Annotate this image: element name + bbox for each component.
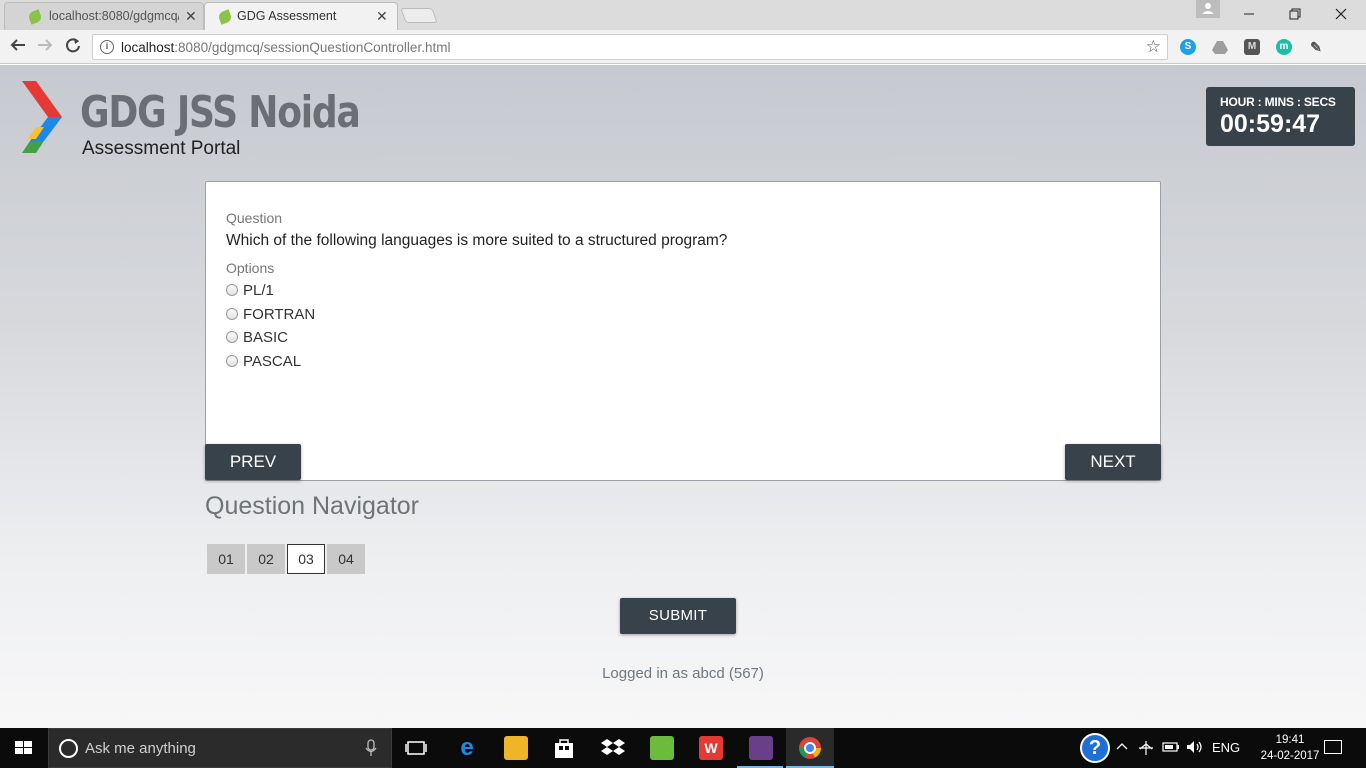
page-body: GDG JSS Noida Assessment Portal HOUR : M… (0, 65, 1366, 728)
radio-button[interactable] (226, 354, 238, 367)
minimize-icon[interactable] (1226, 0, 1272, 28)
wps-office-icon[interactable]: W (699, 736, 723, 760)
nav-question-02[interactable]: 02 (247, 544, 285, 574)
tab-title: localhost:8080/gdgmcq/ (49, 9, 179, 23)
windows-start-icon[interactable] (0, 728, 48, 768)
site-info-icon[interactable]: i (100, 40, 114, 54)
clock-date: 24-02-2017 (1260, 750, 1320, 762)
option-label: PASCAL (243, 353, 302, 370)
clock-time: 19:41 (1275, 734, 1305, 746)
dropbox-icon[interactable] (601, 736, 625, 760)
new-tab-button[interactable] (400, 8, 438, 23)
task-view-icon[interactable] (404, 736, 428, 760)
option-2[interactable]: FORTRAN (226, 306, 315, 323)
input-language[interactable]: ENG (1212, 740, 1240, 755)
option-3[interactable]: BASIC (226, 329, 288, 346)
cortana-search-box[interactable]: Ask me anything (48, 728, 392, 768)
browser-tab-2[interactable]: GDG Assessment ✕ (204, 2, 398, 31)
nav-question-04[interactable]: 04 (327, 544, 365, 574)
forward-arrow-icon[interactable] (34, 36, 56, 58)
question-card: Question Which of the following language… (205, 181, 1161, 481)
leaf-favicon-icon (217, 9, 233, 25)
show-hidden-icons[interactable] (1116, 740, 1128, 755)
browser-toolbar: i localhost:8080/gdgmcq/sessionQuestionC… (0, 30, 1366, 91)
browser-tab-1[interactable]: localhost:8080/gdgmcq/ ✕ (4, 2, 204, 30)
tab-close-icon[interactable]: ✕ (185, 8, 197, 25)
profile-icon[interactable] (1196, 0, 1220, 18)
submit-button[interactable]: SUBMIT (620, 598, 736, 634)
store-icon[interactable] (552, 736, 576, 760)
nav-question-03[interactable]: 03 (287, 544, 325, 574)
option-label: PL/1 (243, 282, 274, 299)
option-4[interactable]: PASCAL (226, 353, 301, 370)
url-text: localhost:8080/gdgmcq/sessionQuestionCon… (121, 40, 451, 55)
gdg-logo-icon (22, 81, 62, 153)
tab-close-icon[interactable]: ✕ (376, 8, 388, 25)
battery-icon[interactable] (1162, 740, 1180, 757)
timer-label: HOUR : MINS : SECS (1220, 95, 1336, 109)
windows-taskbar: Ask me anything e W ? ENG 19:41 24-02-20… (0, 728, 1366, 768)
next-button[interactable]: NEXT (1065, 444, 1161, 480)
radio-button[interactable] (226, 307, 238, 320)
timer-value: 00:59:47 (1220, 110, 1321, 138)
file-explorer-icon[interactable] (504, 736, 528, 760)
brush-icon[interactable]: ✎ (1308, 39, 1324, 55)
drive-icon[interactable] (1212, 39, 1228, 55)
edge-browser-icon[interactable]: e (455, 736, 479, 760)
m-badge-icon[interactable]: M (1244, 39, 1260, 55)
brand-title: GDG JSS Noida (80, 87, 361, 138)
options-label: Options (226, 260, 275, 276)
question-text: Which of the following languages is more… (226, 232, 728, 249)
chrome-taskbar-button[interactable] (786, 728, 834, 768)
option-label: BASIC (243, 329, 289, 346)
volume-icon[interactable] (1186, 740, 1204, 757)
question-navigator: 01 02 03 04 (207, 544, 365, 574)
tab-title: GDG Assessment (237, 9, 337, 23)
prev-button[interactable]: PREV (205, 444, 301, 480)
action-center-icon[interactable] (1324, 740, 1342, 754)
leaf-favicon-icon (27, 9, 43, 25)
reload-icon[interactable] (62, 36, 84, 58)
window-close-icon[interactable] (1318, 0, 1364, 28)
microphone-icon[interactable] (365, 739, 377, 761)
airplane-mode-icon[interactable] (1138, 740, 1154, 759)
address-bar[interactable]: i localhost:8080/gdgmcq/sessionQuestionC… (92, 34, 1168, 60)
nav-question-01[interactable]: 01 (207, 544, 245, 574)
skype-icon[interactable]: S (1180, 39, 1196, 55)
back-arrow-icon[interactable] (7, 36, 29, 58)
option-1[interactable]: PL/1 (226, 282, 274, 299)
brand-subtitle: Assessment Portal (82, 138, 241, 159)
cortana-icon (59, 739, 78, 758)
search-placeholder: Ask me anything (85, 740, 196, 757)
browser-tab-strip: localhost:8080/gdgmcq/ ✕ GDG Assessment … (0, 0, 1366, 31)
radio-button[interactable] (226, 330, 238, 343)
help-icon[interactable]: ? (1080, 733, 1110, 763)
logged-in-status: Logged in as abcd (567) (602, 665, 764, 682)
m-circle-icon[interactable]: m (1276, 39, 1292, 55)
radio-button[interactable] (226, 283, 238, 296)
bookmark-star-icon[interactable]: ☆ (1146, 37, 1161, 57)
game-app-icon[interactable] (749, 736, 773, 760)
question-label: Question (226, 210, 283, 226)
evernote-icon[interactable] (650, 736, 674, 760)
countdown-timer: HOUR : MINS : SECS 00:59:47 (1206, 87, 1355, 146)
restore-icon[interactable] (1272, 0, 1318, 28)
system-clock[interactable]: 19:41 24-02-2017 (1260, 732, 1320, 764)
option-label: FORTRAN (243, 306, 316, 323)
navigator-title: Question Navigator (205, 492, 420, 520)
